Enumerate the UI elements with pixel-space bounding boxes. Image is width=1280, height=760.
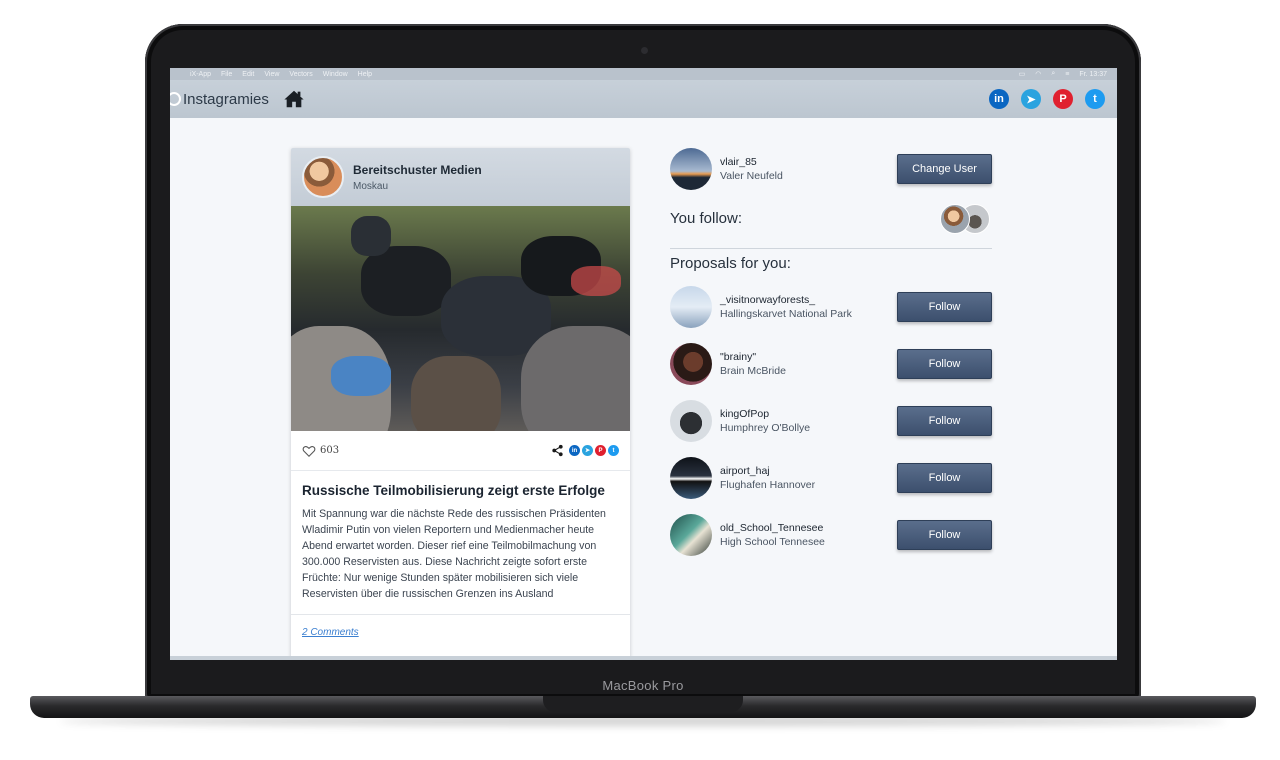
- follow-button[interactable]: Follow: [897, 349, 992, 379]
- current-username[interactable]: vlair_85: [720, 156, 897, 168]
- share-twitter-icon[interactable]: t: [608, 445, 619, 456]
- proposal-info: "brainy" Brain McBride: [720, 351, 897, 377]
- post-author-info: Bereitschuster Medien Moskau: [353, 163, 482, 192]
- proposal-username[interactable]: kingOfPop: [720, 408, 897, 420]
- post-body: Russische Teilmobilisierung zeigt erste …: [291, 471, 630, 638]
- proposal-avatar[interactable]: [670, 286, 712, 328]
- proposal-username[interactable]: old_School_Tennesee: [720, 522, 897, 534]
- post-location: Moskau: [353, 180, 389, 192]
- follow-button[interactable]: Follow: [897, 520, 992, 550]
- laptop-notch: [543, 696, 743, 712]
- logo-icon[interactable]: [170, 92, 181, 106]
- image-shape: [411, 356, 501, 431]
- linkedin-icon[interactable]: in: [989, 89, 1009, 109]
- telegram-icon[interactable]: ➤: [1021, 89, 1041, 109]
- menubar-clock[interactable]: Fr. 13:37: [1079, 71, 1107, 78]
- screen-bottom-edge: [170, 656, 1117, 660]
- post-author[interactable]: Bereitschuster Medien: [353, 163, 482, 177]
- proposal-fullname: Hallingskarvet National Park: [720, 308, 852, 320]
- follow-button[interactable]: Follow: [897, 292, 992, 322]
- post-actions: 603 in ➤ P t: [291, 431, 630, 471]
- share-icon[interactable]: [551, 444, 564, 457]
- device-label: MacBook Pro: [602, 678, 684, 693]
- proposal-fullname: Flughafen Hannover: [720, 479, 816, 491]
- follow-button[interactable]: Follow: [897, 406, 992, 436]
- proposal-item: airport_haj Flughafen Hannover Follow: [670, 457, 992, 499]
- heart-icon[interactable]: [302, 444, 316, 458]
- proposal-info: airport_haj Flughafen Hannover: [720, 465, 897, 491]
- menu-edit[interactable]: Edit: [242, 71, 254, 78]
- current-user-info: vlair_85 Valer Neufeld: [720, 156, 897, 182]
- app-navbar: Instagramies in ➤ P t: [170, 80, 1117, 118]
- share-telegram-icon[interactable]: ➤: [582, 445, 593, 456]
- menu-vectors[interactable]: Vectors: [289, 71, 312, 78]
- followed-avatar[interactable]: [940, 204, 970, 234]
- screen: iX-App File Edit View Vectors Window Hel…: [170, 68, 1117, 660]
- battery-icon[interactable]: ▭: [1019, 70, 1026, 78]
- share-linkedin-icon[interactable]: in: [569, 445, 580, 456]
- camera: [641, 47, 648, 54]
- post-title: Russische Teilmobilisierung zeigt erste …: [302, 483, 605, 498]
- image-shape: [351, 216, 391, 256]
- proposal-avatar[interactable]: [670, 514, 712, 556]
- proposal-info: kingOfPop Humphrey O'Bollye: [720, 408, 897, 434]
- proposal-item: _visitnorwayforests_ Hallingskarvet Nati…: [670, 286, 992, 328]
- pinterest-icon[interactable]: P: [1053, 89, 1073, 109]
- proposal-username[interactable]: airport_haj: [720, 465, 897, 477]
- change-user-button[interactable]: Change User: [897, 154, 992, 184]
- proposals-title: Proposals for you:: [670, 255, 791, 272]
- proposal-info: old_School_Tennesee High School Tennesee: [720, 522, 897, 548]
- proposal-avatar[interactable]: [670, 343, 712, 385]
- proposal-fullname: High School Tennesee: [720, 536, 825, 548]
- like-count: 603: [320, 445, 340, 456]
- post-card: Bereitschuster Medien Moskau 603 in ➤ P …: [291, 148, 630, 660]
- proposal-avatar[interactable]: [670, 400, 712, 442]
- mac-menubar: iX-App File Edit View Vectors Window Hel…: [170, 68, 1117, 80]
- post-author-avatar[interactable]: [302, 156, 344, 198]
- you-follow-title: You follow:: [670, 210, 742, 227]
- current-user: vlair_85 Valer Neufeld Change User: [670, 148, 992, 190]
- share-pinterest-icon[interactable]: P: [595, 445, 606, 456]
- twitter-icon[interactable]: t: [1085, 89, 1105, 109]
- proposal-username[interactable]: "brainy": [720, 351, 897, 363]
- menu-file[interactable]: File: [221, 71, 232, 78]
- menu-view[interactable]: View: [264, 71, 279, 78]
- brand-title[interactable]: Instagramies: [183, 91, 269, 108]
- image-shape: [571, 266, 621, 296]
- followed-avatars: [940, 204, 992, 236]
- proposal-fullname: Humphrey O'Bollye: [720, 422, 811, 434]
- home-icon[interactable]: [283, 88, 305, 110]
- current-fullname: Valer Neufeld: [720, 170, 783, 182]
- search-icon[interactable]: ⌕: [1051, 70, 1055, 78]
- proposal-info: _visitnorwayforests_ Hallingskarvet Nati…: [720, 294, 897, 320]
- image-shape: [331, 356, 391, 396]
- proposal-avatar[interactable]: [670, 457, 712, 499]
- image-shape: [361, 246, 451, 316]
- proposal-item: "brainy" Brain McBride Follow: [670, 343, 992, 385]
- follow-button[interactable]: Follow: [897, 463, 992, 493]
- menu-window[interactable]: Window: [323, 71, 348, 78]
- wifi-icon[interactable]: ◠: [1035, 70, 1041, 78]
- proposal-username[interactable]: _visitnorwayforests_: [720, 294, 897, 306]
- proposal-fullname: Brain McBride: [720, 365, 786, 377]
- post-image[interactable]: [291, 206, 630, 431]
- proposal-item: old_School_Tennesee High School Tennesee…: [670, 514, 992, 556]
- image-shape: [521, 326, 630, 431]
- menu-app[interactable]: iX-App: [190, 71, 211, 78]
- control-center-icon[interactable]: ≡: [1065, 71, 1069, 78]
- current-user-avatar[interactable]: [670, 148, 712, 190]
- post-header: Bereitschuster Medien Moskau: [291, 148, 630, 206]
- post-text: Mit Spannung war die nächste Rede des ru…: [302, 508, 606, 600]
- menu-help[interactable]: Help: [358, 71, 372, 78]
- comments-link[interactable]: 2 Comments: [302, 615, 619, 638]
- section-divider: [670, 248, 992, 249]
- proposal-item: kingOfPop Humphrey O'Bollye Follow: [670, 400, 992, 442]
